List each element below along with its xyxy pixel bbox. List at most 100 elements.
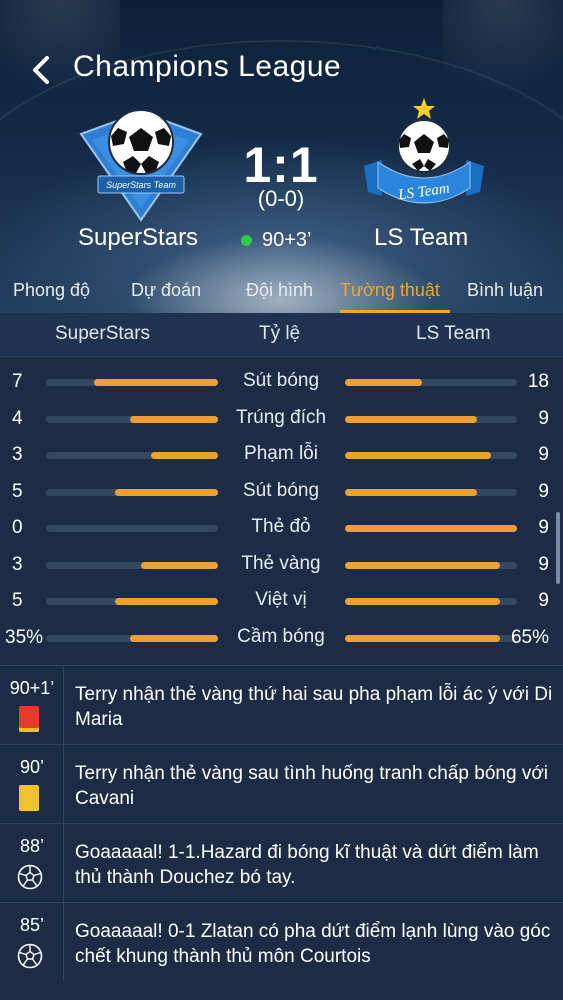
stat-label: Trúng đích bbox=[235, 406, 327, 428]
home-team-logo[interactable]: SuperStars Team bbox=[78, 104, 204, 222]
live-indicator-icon bbox=[241, 235, 252, 246]
stat-away-value: 9 bbox=[538, 553, 549, 575]
event-meta: 88’ bbox=[0, 824, 64, 902]
event-meta: 90’ bbox=[0, 745, 64, 823]
event-meta: 90+1’ bbox=[0, 666, 64, 744]
stat-away-bar bbox=[345, 561, 517, 569]
stat-home-bar-fill bbox=[130, 415, 218, 423]
stat-away-value: 9 bbox=[538, 480, 549, 502]
stat-row: 3 Phạm lỗi 9 bbox=[0, 438, 563, 474]
stat-away-bar bbox=[345, 634, 517, 642]
stat-home-value: 7 bbox=[12, 371, 23, 392]
tab-du-doan[interactable]: Dự đoán bbox=[131, 280, 201, 301]
stat-home-bar-fill bbox=[130, 634, 218, 642]
stat-home-bar-fill bbox=[94, 379, 218, 386]
stat-home-value: 0 bbox=[12, 517, 23, 538]
scrollbar[interactable] bbox=[556, 512, 560, 584]
stat-away-bar bbox=[345, 379, 517, 386]
stat-label: Thẻ vàng bbox=[241, 552, 321, 574]
event-item[interactable]: 90’ Terry nhận thẻ vàng sau tình huống tr… bbox=[0, 744, 563, 823]
event-minute: 85’ bbox=[19, 915, 45, 935]
stat-label: Cầm bóng bbox=[237, 625, 325, 647]
match-minute: 90+3’ bbox=[262, 229, 312, 251]
tab-doi-hinh[interactable]: Đội hình bbox=[246, 280, 313, 301]
stats-list[interactable]: 7 Sút bóng 18 4 Trúng đích 9 3 Phạm lỗi 9 5 Sút bó… bbox=[0, 357, 563, 665]
event-minute: 90+1’ bbox=[9, 678, 55, 698]
stat-label: Thẻ đỏ bbox=[251, 516, 311, 537]
home-team-name: SuperStars bbox=[78, 224, 199, 251]
stat-home-bar-fill bbox=[114, 598, 218, 605]
stat-home-bar bbox=[46, 379, 218, 386]
stat-row: 4 Trúng đích 9 bbox=[0, 402, 563, 438]
match-header: Champions League SuperStars Team LS Team… bbox=[0, 0, 563, 313]
stat-home-value: 35% bbox=[5, 626, 44, 648]
soccer-ball-icon bbox=[17, 864, 43, 890]
stats-header-home: SuperStars bbox=[55, 323, 151, 344]
home-logo-text: SuperStars Team bbox=[106, 180, 176, 190]
stat-home-value: 5 bbox=[12, 590, 23, 611]
stat-away-bar bbox=[345, 452, 517, 459]
stat-away-bar-fill bbox=[345, 452, 492, 459]
event-meta: 85’ bbox=[0, 903, 64, 981]
stat-away-bar-fill bbox=[345, 488, 478, 496]
stat-away-bar-fill bbox=[345, 525, 517, 532]
away-team-logo[interactable]: LS Team bbox=[360, 96, 488, 214]
chevron-left-icon bbox=[33, 56, 49, 84]
match-time: 90+3’ bbox=[241, 229, 312, 252]
stat-home-value: 4 bbox=[12, 407, 23, 429]
stat-row: 5 Sút bóng 9 bbox=[0, 475, 563, 511]
soccer-ball-icon bbox=[17, 943, 43, 969]
stat-home-bar-fill bbox=[140, 561, 218, 569]
stat-away-bar bbox=[345, 598, 517, 605]
event-item[interactable]: 88’ Goaaaaal! 1-1.Hazard đi bóng kĩ thuật… bbox=[0, 823, 563, 902]
stat-home-value: 3 bbox=[12, 553, 23, 575]
event-description: Goaaaaal! 0-1 Zlatan có pha dứt điểm lạn… bbox=[75, 921, 551, 967]
page-title: Champions League bbox=[73, 50, 342, 83]
event-minute: 88’ bbox=[19, 836, 45, 856]
stat-home-bar bbox=[46, 488, 218, 496]
tab-tuong-thuat[interactable]: Tường thuật bbox=[340, 280, 440, 301]
star-icon bbox=[413, 98, 435, 119]
event-description: Terry nhận thẻ vàng thứ hai sau pha phạm… bbox=[75, 684, 553, 730]
halftime-score: (0-0) bbox=[257, 186, 305, 211]
event-description: Terry nhận thẻ vàng sau tình huống tranh… bbox=[75, 763, 549, 809]
stats-header-ratio: Tỷ lệ bbox=[259, 323, 301, 344]
stat-home-bar-fill bbox=[150, 452, 218, 459]
event-item[interactable]: 85’ Goaaaaal! 0-1 Zlatan có pha dứt điểm … bbox=[0, 902, 563, 981]
stat-home-bar bbox=[46, 525, 218, 532]
stat-label: Sút bóng bbox=[242, 370, 320, 391]
stat-away-bar bbox=[345, 488, 517, 496]
tab-bar: Phong độ Dự đoán Đội hình Tường thuật Bì… bbox=[0, 270, 563, 313]
back-button[interactable] bbox=[26, 52, 56, 88]
event-item[interactable]: 90+1’ Terry nhận thẻ vàng thứ hai sau pha… bbox=[0, 665, 563, 744]
stat-home-value: 5 bbox=[12, 480, 23, 502]
event-list[interactable]: 90+1’ Terry nhận thẻ vàng thứ hai sau pha… bbox=[0, 665, 563, 1000]
stat-away-bar bbox=[345, 415, 517, 423]
stat-home-bar bbox=[46, 561, 218, 569]
stat-away-value: 9 bbox=[538, 407, 549, 429]
stat-home-bar bbox=[46, 598, 218, 605]
stat-away-value: 9 bbox=[538, 444, 549, 465]
stat-row: 35% Cầm bóng 65% bbox=[0, 621, 563, 657]
stat-home-bar bbox=[46, 634, 218, 642]
stat-away-bar-fill bbox=[345, 379, 423, 386]
red-card-icon bbox=[19, 706, 39, 732]
tab-binh-luan[interactable]: Bình luận bbox=[467, 280, 543, 301]
event-minute: 90’ bbox=[19, 757, 45, 777]
stat-home-bar bbox=[46, 415, 218, 423]
stat-away-bar bbox=[345, 525, 517, 532]
stats-header-away: LS Team bbox=[416, 323, 491, 344]
stat-away-value: 9 bbox=[538, 590, 549, 611]
stat-away-value: 9 bbox=[538, 517, 549, 538]
stat-away-bar-fill bbox=[345, 598, 500, 605]
stat-home-bar bbox=[46, 452, 218, 459]
stat-away-value: 18 bbox=[527, 371, 549, 392]
stat-label: Việt vị bbox=[255, 589, 307, 610]
stat-row: 7 Sút bóng 18 bbox=[0, 365, 563, 401]
tab-phong-do[interactable]: Phong độ bbox=[13, 280, 90, 301]
stat-row: 5 Việt vị 9 bbox=[0, 584, 563, 620]
yellow-card-icon bbox=[19, 785, 39, 811]
stat-row: 0 Thẻ đỏ 9 bbox=[0, 511, 563, 547]
stat-away-value: 65% bbox=[510, 626, 549, 648]
stat-away-bar-fill bbox=[345, 634, 500, 642]
